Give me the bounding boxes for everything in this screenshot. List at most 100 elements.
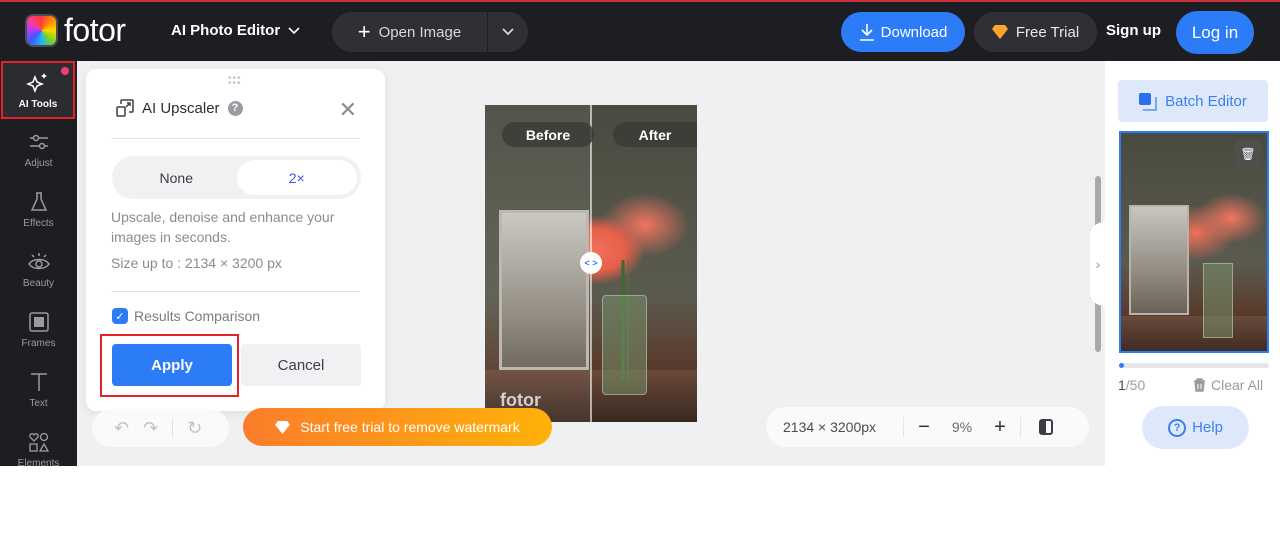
sidebar-item-ai-tools[interactable]: AI Tools bbox=[1, 61, 75, 119]
redo-icon[interactable]: ↷ bbox=[143, 418, 158, 439]
trash-icon[interactable]: 🗑 bbox=[1235, 141, 1261, 167]
comparison-handle[interactable]: < > bbox=[580, 252, 602, 274]
shapes-icon bbox=[28, 432, 49, 452]
sidebar-item-label: Text bbox=[29, 397, 48, 409]
sidebar-item-adjust[interactable]: Adjust bbox=[0, 119, 77, 179]
canvas-image[interactable]: < > Before After fotor bbox=[485, 105, 697, 422]
open-image-more-button[interactable] bbox=[488, 12, 528, 52]
open-image-label: Open Image bbox=[378, 23, 462, 41]
download-button[interactable]: Download bbox=[841, 12, 965, 52]
free-trial-button[interactable]: Free Trial bbox=[974, 12, 1097, 52]
sign-up-link[interactable]: Sign up bbox=[1106, 22, 1161, 39]
editor-menu-dropdown[interactable]: AI Photo Editor bbox=[171, 22, 300, 39]
drag-handle[interactable]: ••• ••• bbox=[228, 74, 242, 89]
log-in-button[interactable]: Log in bbox=[1176, 11, 1254, 54]
panel-description: Upscale, denoise and enhance your images… bbox=[111, 209, 335, 245]
image-dimensions: 2134 × 3200px bbox=[783, 419, 877, 435]
download-icon bbox=[859, 24, 874, 41]
panel-title: AI Upscaler ? bbox=[116, 99, 243, 117]
ai-upscaler-panel: ••• ••• AI Upscaler ? ✕ None 2× Upscale, … bbox=[86, 69, 385, 411]
scale-option-none[interactable]: None bbox=[116, 160, 237, 195]
frame-icon bbox=[28, 311, 49, 332]
chevron-down-icon bbox=[288, 26, 300, 34]
clear-all-button[interactable]: Clear All bbox=[1193, 377, 1263, 393]
history-toolbar: ↶ ↷ ↻ bbox=[92, 409, 229, 447]
help-label: Help bbox=[1192, 419, 1223, 436]
undo-icon[interactable]: ↶ bbox=[114, 418, 129, 439]
sidebar-item-beauty[interactable]: Beauty bbox=[0, 239, 77, 299]
sparkle-icon bbox=[26, 72, 47, 93]
scale-selector: None 2× bbox=[112, 156, 361, 199]
sidebar-item-label: AI Tools bbox=[18, 98, 58, 110]
image-thumbnail[interactable]: 🗑 bbox=[1119, 131, 1269, 353]
photo-vase bbox=[1203, 263, 1233, 338]
sidebar-item-frames[interactable]: Frames bbox=[0, 299, 77, 359]
reset-icon[interactable]: ↻ bbox=[187, 418, 202, 439]
checkbox-checked-icon: ✓ bbox=[112, 308, 128, 324]
app: fotor AI Photo Editor + Open Image Downl… bbox=[0, 0, 1280, 469]
editor-menu-label: AI Photo Editor bbox=[171, 22, 281, 39]
plus-icon: + bbox=[357, 19, 371, 44]
notification-dot bbox=[61, 67, 69, 75]
close-icon[interactable]: ✕ bbox=[339, 97, 357, 123]
collapse-panel-button[interactable]: › bbox=[1090, 222, 1106, 306]
after-label: After bbox=[613, 122, 697, 147]
zoom-level[interactable]: 9% bbox=[944, 419, 980, 435]
photo-picture-frame bbox=[1129, 205, 1189, 315]
logo[interactable]: fotor bbox=[25, 14, 126, 47]
sidebar-item-elements[interactable]: Elements bbox=[0, 419, 77, 479]
top-bar: fotor AI Photo Editor + Open Image Downl… bbox=[0, 2, 1280, 61]
upscale-icon bbox=[116, 99, 134, 117]
clear-all-label: Clear All bbox=[1211, 377, 1264, 393]
diamond-icon bbox=[275, 420, 291, 434]
question-icon: ? bbox=[1168, 418, 1187, 437]
sidebar-item-label: Beauty bbox=[22, 277, 55, 289]
zoom-out-button[interactable]: − bbox=[904, 416, 944, 439]
trash-icon bbox=[1194, 378, 1205, 392]
layers-icon bbox=[1139, 93, 1158, 111]
zoom-toolbar: 2134 × 3200px − 9% + bbox=[766, 407, 1089, 447]
chevron-right-icon: › bbox=[1095, 256, 1101, 272]
panel-title-text: AI Upscaler bbox=[142, 99, 220, 117]
chevron-down-icon bbox=[502, 28, 514, 36]
eye-icon bbox=[27, 252, 50, 269]
free-trial-label: Free Trial bbox=[1015, 23, 1080, 41]
help-icon[interactable]: ? bbox=[227, 100, 243, 116]
batch-editor-label: Batch Editor bbox=[1165, 92, 1247, 110]
toolbar-separator bbox=[1020, 417, 1021, 437]
sidebar-item-effects[interactable]: Effects bbox=[0, 179, 77, 239]
sliders-icon bbox=[29, 134, 48, 149]
cancel-button[interactable]: Cancel bbox=[241, 344, 361, 386]
zoom-in-button[interactable]: + bbox=[980, 416, 1020, 439]
promo-text: Start free trial to remove watermark bbox=[300, 419, 520, 435]
before-overlay bbox=[485, 105, 591, 422]
apply-button[interactable]: Apply bbox=[112, 344, 232, 386]
download-label: Download bbox=[880, 23, 948, 41]
image-count-current: 1 bbox=[1118, 377, 1126, 393]
image-count: 1/50 bbox=[1118, 377, 1145, 393]
image-count-progress bbox=[1119, 363, 1269, 368]
before-label: Before bbox=[502, 122, 594, 147]
divider bbox=[111, 138, 360, 139]
results-comparison-label: Results Comparison bbox=[134, 308, 261, 324]
help-button[interactable]: ? Help bbox=[1142, 406, 1249, 449]
batch-editor-button[interactable]: Batch Editor bbox=[1118, 80, 1268, 122]
scale-option-2x[interactable]: 2× bbox=[236, 160, 357, 195]
sidebar: AI Tools Adjust Effects Beauty Frames Te… bbox=[0, 61, 77, 469]
compare-toggle-icon[interactable] bbox=[1039, 419, 1053, 435]
image-count-total: /50 bbox=[1125, 377, 1146, 393]
open-image-button[interactable]: + Open Image bbox=[332, 12, 488, 52]
sidebar-item-text[interactable]: Text bbox=[0, 359, 77, 419]
diamond-icon bbox=[991, 25, 1008, 39]
photo-table bbox=[1121, 316, 1267, 351]
sidebar-item-label: Effects bbox=[23, 217, 54, 229]
sidebar-item-label: Frames bbox=[21, 337, 56, 349]
flask-icon bbox=[30, 191, 47, 211]
toolbar-separator bbox=[172, 418, 174, 438]
results-comparison-checkbox[interactable]: ✓ Results Comparison bbox=[112, 308, 260, 324]
divider bbox=[111, 291, 360, 292]
text-icon bbox=[30, 372, 47, 391]
logo-icon bbox=[25, 14, 58, 47]
right-panel: Batch Editor 🗑 1/50 Clear All ? Help bbox=[1105, 61, 1280, 466]
remove-watermark-banner[interactable]: Start free trial to remove watermark bbox=[243, 408, 552, 446]
